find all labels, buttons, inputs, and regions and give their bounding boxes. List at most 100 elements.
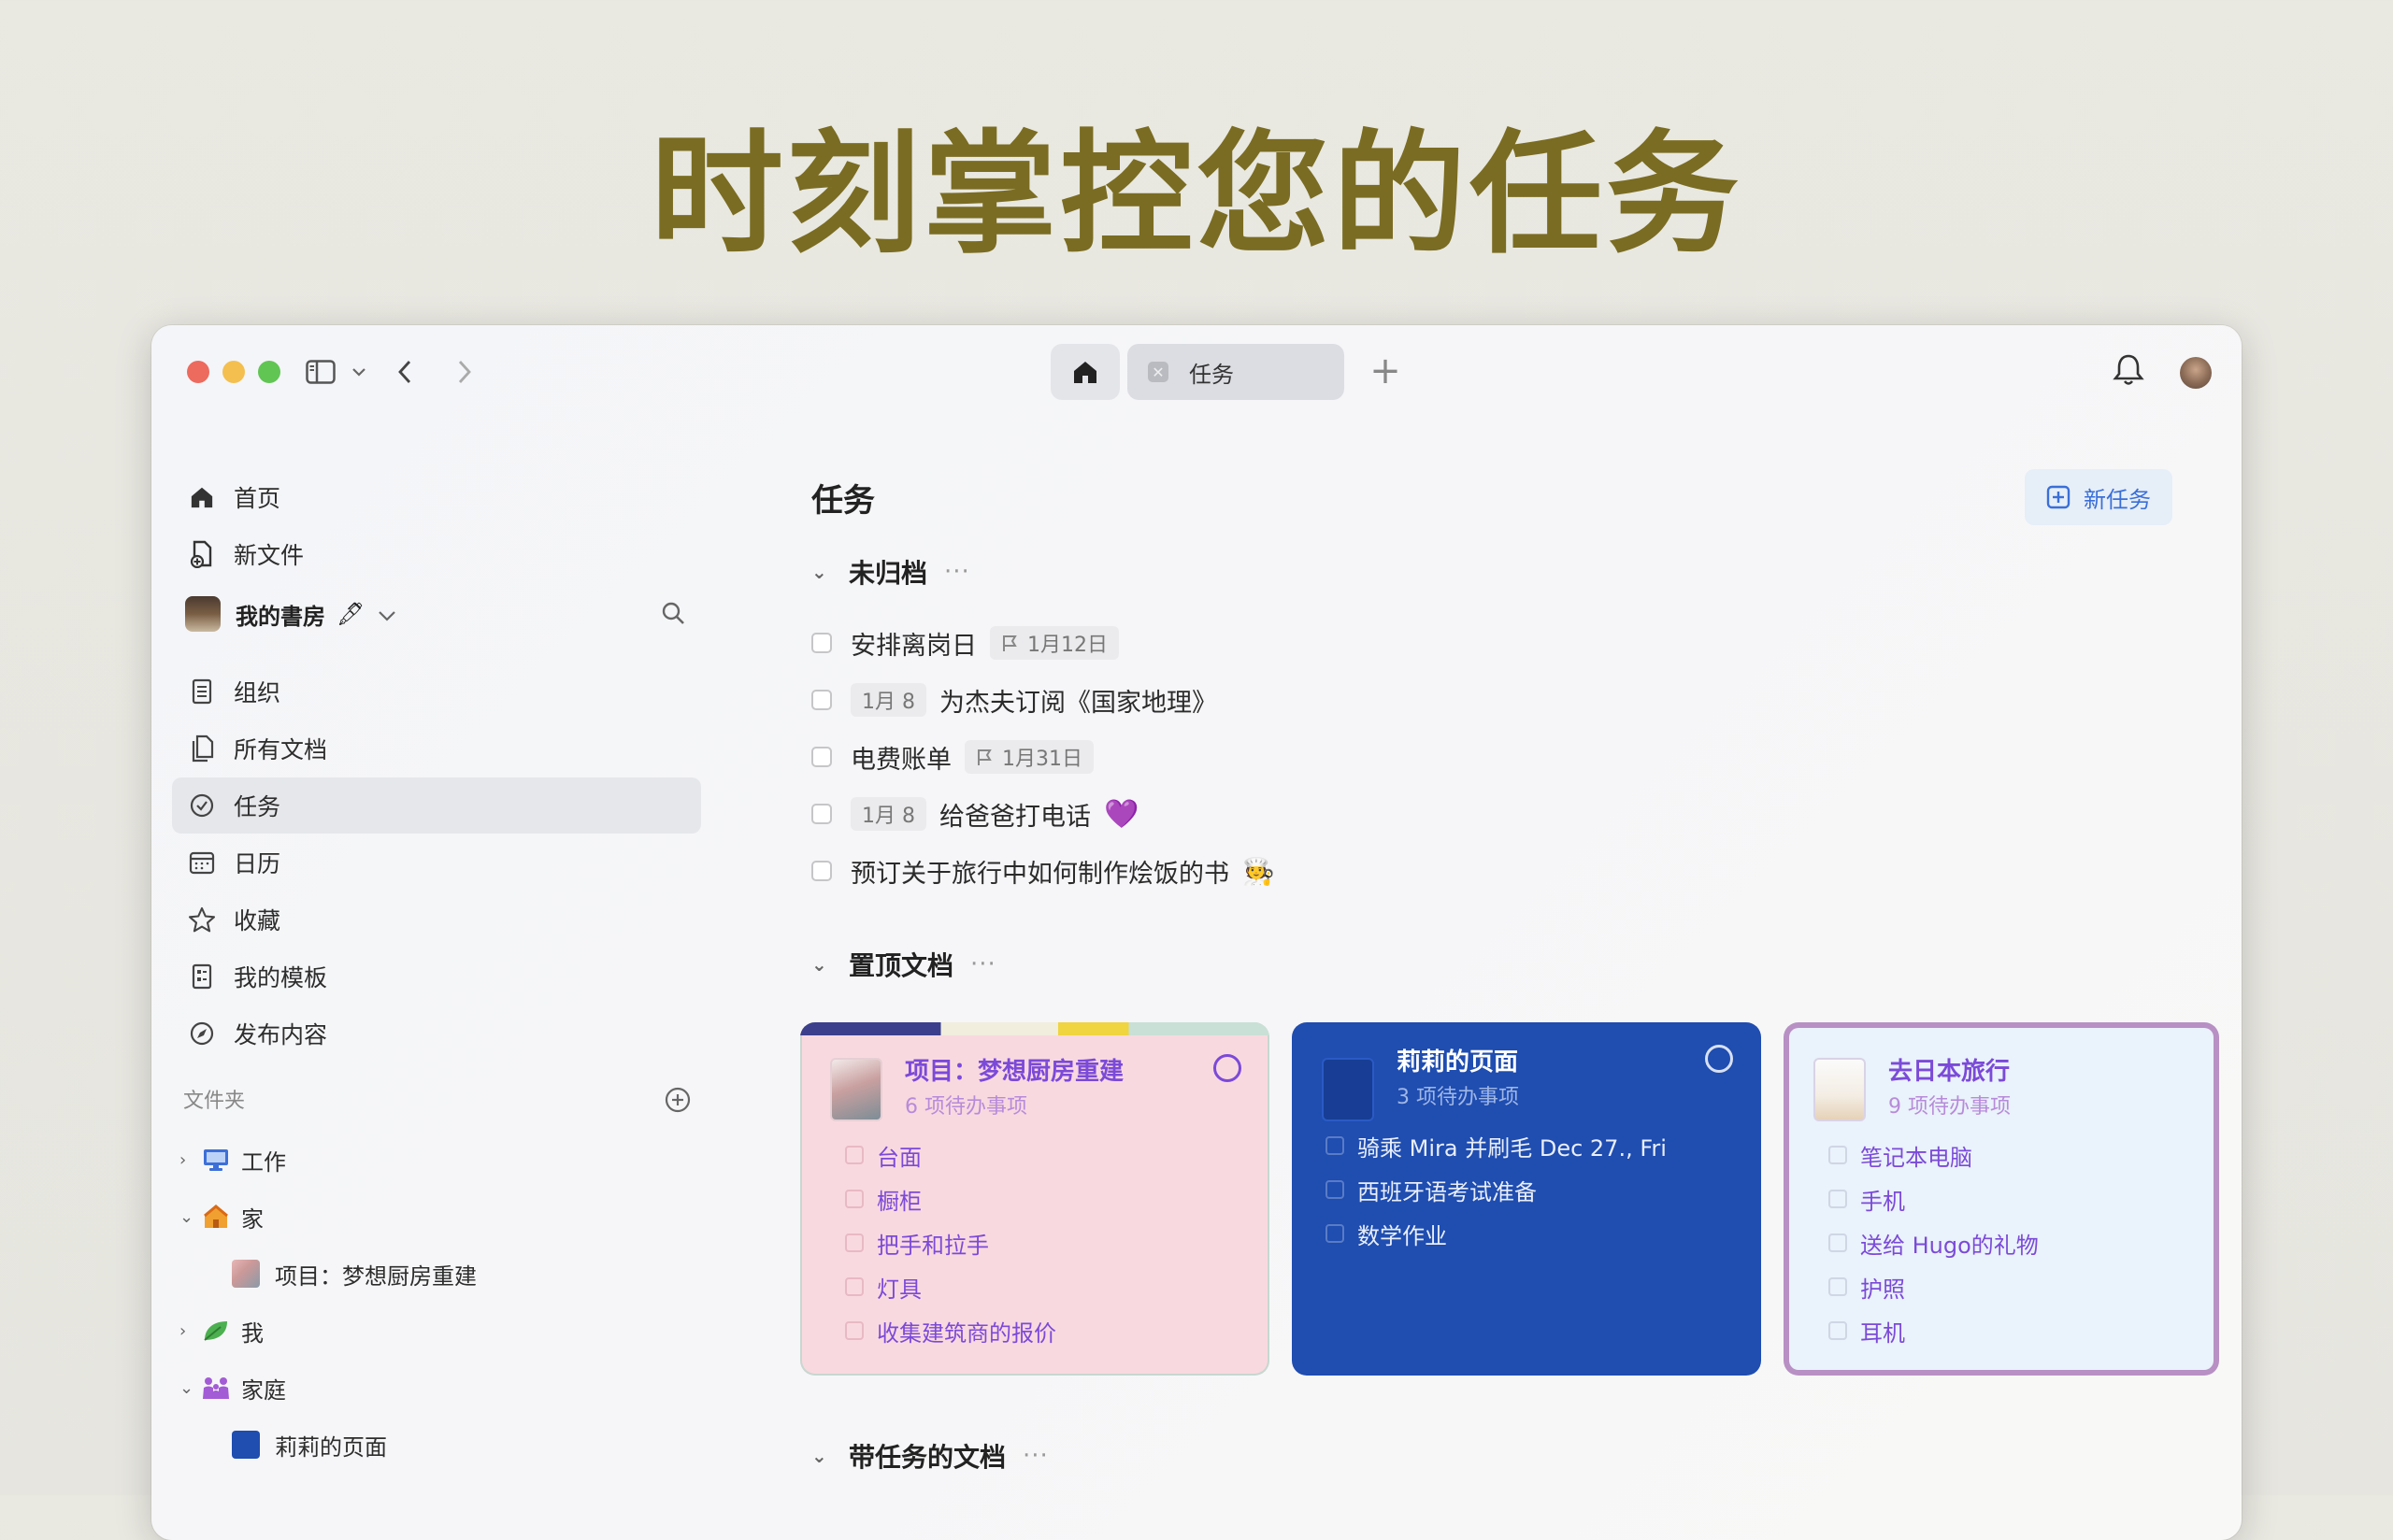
chevron-down-icon[interactable]: ⌄: [179, 1378, 200, 1398]
house-icon: [200, 1204, 232, 1230]
todo-checkbox[interactable]: [1828, 1233, 1847, 1252]
task-row[interactable]: 电费账单 1月31日: [811, 734, 1094, 779]
folder-home[interactable]: ⌄ 家: [179, 1193, 264, 1240]
sidebar-toggle-icon[interactable]: [305, 353, 337, 391]
bell-icon[interactable]: [2113, 353, 2144, 391]
card-todo-item[interactable]: 送给 Hugo的礼物: [1828, 1224, 2039, 1262]
chef-emoji: 🧑‍🍳: [1242, 855, 1275, 887]
todo-checkbox[interactable]: [1828, 1277, 1847, 1296]
section-docs-with-tasks[interactable]: ⌄ 带任务的文档 ···: [811, 1437, 1049, 1475]
folders-label: 文件夹: [183, 1090, 246, 1113]
todo-text: 送给 Hugo的礼物: [1860, 1232, 2039, 1259]
tree-item-lily-page[interactable]: 莉莉的页面: [232, 1421, 387, 1468]
sidebar-item-home[interactable]: 首页: [172, 469, 701, 525]
card-todo-item[interactable]: 手机: [1828, 1180, 1905, 1218]
todo-checkbox[interactable]: [845, 1233, 864, 1252]
chevron-down-icon[interactable]: [350, 353, 368, 391]
folder-work[interactable]: › 工作: [179, 1136, 286, 1183]
close-window-button[interactable]: [187, 361, 209, 383]
new-task-button[interactable]: 新任务: [2025, 469, 2172, 525]
new-tab-button[interactable]: +: [1367, 349, 1404, 392]
todo-checkbox[interactable]: [1828, 1146, 1847, 1164]
add-folder-icon[interactable]: [664, 1086, 692, 1118]
progress-ring-icon: [1213, 1054, 1241, 1082]
more-options-icon[interactable]: ···: [970, 950, 996, 978]
todo-checkbox[interactable]: [1828, 1321, 1847, 1340]
search-icon[interactable]: [660, 600, 686, 630]
task-checkbox[interactable]: [811, 804, 832, 824]
card-todo-item[interactable]: 数学作业: [1325, 1215, 1447, 1252]
sidebar-item-calendar[interactable]: 日历: [172, 834, 701, 891]
publish-icon: [185, 1020, 219, 1047]
sidebar-item-templates[interactable]: 我的模板: [172, 948, 701, 1005]
card-todo-item[interactable]: 橱柜: [845, 1180, 922, 1218]
new-task-label: 新任务: [2084, 486, 2151, 513]
avatar[interactable]: [2180, 357, 2212, 389]
card-todo-item[interactable]: 笔记本电脑: [1828, 1136, 1972, 1174]
task-row[interactable]: 预订关于旅行中如何制作烩饭的书 🧑‍🍳: [811, 848, 1275, 893]
todo-checkbox[interactable]: [1828, 1190, 1847, 1208]
sidebar-item-organize[interactable]: 组织: [172, 663, 701, 720]
section-unfiled[interactable]: ⌄ 未归档 ···: [811, 553, 970, 591]
pinned-card-lily[interactable]: 莉莉的页面 3 项待办事项 骑乘 Mira 并刷毛 Dec 27., Fri 西…: [1292, 1022, 1761, 1376]
more-options-icon[interactable]: ···: [944, 558, 970, 586]
task-checkbox[interactable]: [811, 747, 832, 767]
sidebar-item-label: 我的模板: [234, 964, 328, 991]
card-todo-item[interactable]: 灯具: [845, 1268, 922, 1305]
card-todo-item[interactable]: 把手和拉手: [845, 1224, 989, 1262]
tab-tasks[interactable]: ✕ 任务: [1127, 344, 1344, 400]
forward-arrow-icon[interactable]: [452, 353, 477, 391]
tab-tasks-label: 任务: [1189, 361, 1234, 388]
task-row[interactable]: 1月 8 给爸爸打电话 💜: [811, 791, 1139, 836]
sidebar-item-tasks[interactable]: 任务: [172, 777, 701, 834]
sidebar-item-all-docs[interactable]: 所有文档: [172, 720, 701, 777]
todo-checkbox[interactable]: [845, 1277, 864, 1296]
task-row[interactable]: 安排离岗日 1月12日: [811, 620, 1119, 665]
folder-me[interactable]: › 我: [179, 1307, 264, 1354]
card-todo-item[interactable]: 耳机: [1828, 1312, 1905, 1349]
sidebar-item-new-file[interactable]: 新文件: [172, 526, 701, 582]
todo-checkbox[interactable]: [1325, 1136, 1344, 1155]
chevron-down-icon[interactable]: ⌄: [179, 1207, 200, 1227]
back-arrow-icon[interactable]: [393, 353, 417, 391]
task-checkbox[interactable]: [811, 633, 832, 653]
close-tab-icon[interactable]: ✕: [1148, 362, 1168, 382]
todo-checkbox[interactable]: [845, 1321, 864, 1340]
todo-checkbox[interactable]: [845, 1190, 864, 1208]
task-checkbox[interactable]: [811, 690, 832, 710]
todo-checkbox[interactable]: [1325, 1224, 1344, 1243]
chevron-down-icon[interactable]: ⌄: [811, 1445, 836, 1467]
zoom-window-button[interactable]: [258, 361, 280, 383]
library-selector[interactable]: 我的書房 🖋: [185, 596, 396, 632]
chevron-down-icon: [378, 601, 396, 627]
more-options-icon[interactable]: ···: [1023, 1442, 1049, 1470]
pinned-card-kitchen[interactable]: 项目：梦想厨房重建 6 项待办事项 台面 橱柜 把手和拉手 灯具 收集建筑商的报…: [800, 1022, 1269, 1376]
sidebar-item-label: 收藏: [234, 907, 281, 934]
library-thumbnail: [185, 596, 221, 632]
card-todo-item[interactable]: 护照: [1828, 1268, 1905, 1305]
chevron-down-icon[interactable]: ⌄: [811, 561, 836, 583]
task-row[interactable]: 1月 8 为杰夫订阅《国家地理》: [811, 677, 1217, 722]
card-todo-item[interactable]: 收集建筑商的报价: [845, 1312, 1056, 1349]
chevron-right-icon[interactable]: ›: [179, 1321, 200, 1341]
folder-family[interactable]: ⌄ 家庭: [179, 1364, 286, 1411]
task-checkbox[interactable]: [811, 861, 832, 881]
doc-thumbnail: [1322, 1058, 1374, 1121]
card-todo-item[interactable]: 骑乘 Mira 并刷毛 Dec 27., Fri: [1325, 1127, 1667, 1164]
home-tab[interactable]: [1051, 344, 1120, 400]
chevron-down-icon[interactable]: ⌄: [811, 953, 836, 976]
sidebar-item-favorites[interactable]: 收藏: [172, 891, 701, 948]
tree-item-kitchen-project[interactable]: 项目：梦想厨房重建: [232, 1250, 477, 1297]
card-todo-item[interactable]: 西班牙语考试准备: [1325, 1171, 1537, 1208]
todo-checkbox[interactable]: [845, 1146, 864, 1164]
minimize-window-button[interactable]: [222, 361, 245, 383]
sidebar-item-publish[interactable]: 发布内容: [172, 1005, 701, 1062]
todo-checkbox[interactable]: [1325, 1180, 1344, 1199]
pinned-card-japan-trip[interactable]: 去日本旅行 9 项待办事项 笔记本电脑 手机 送给 Hugo的礼物 护照 耳机: [1784, 1022, 2219, 1376]
chevron-right-icon[interactable]: ›: [179, 1150, 200, 1170]
card-cover-strip: [800, 1022, 1269, 1035]
monitor-icon: [200, 1148, 232, 1172]
card-todo-item[interactable]: 台面: [845, 1136, 922, 1174]
section-pinned[interactable]: ⌄ 置顶文档 ···: [811, 946, 996, 983]
page-headline: 时刻掌控您的任务: [651, 118, 1742, 272]
